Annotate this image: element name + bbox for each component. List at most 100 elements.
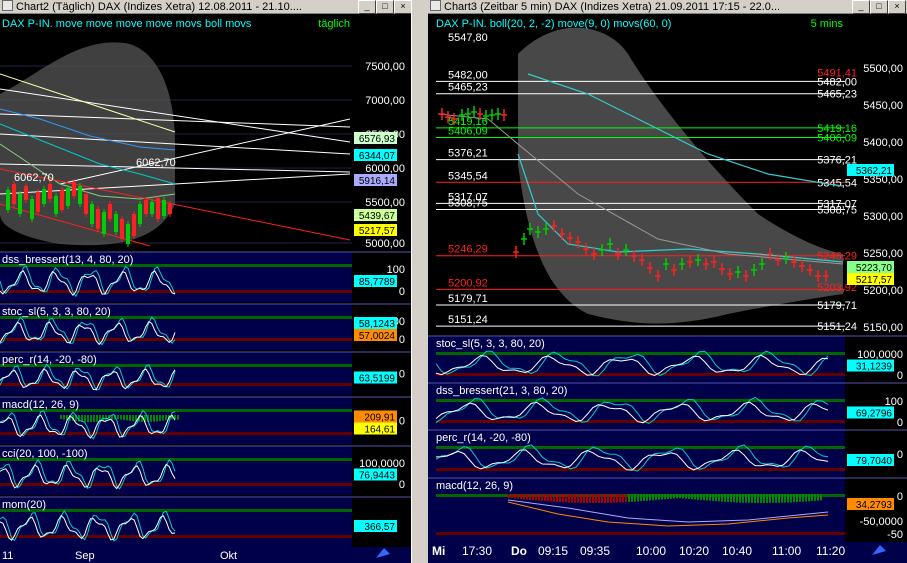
macd-histogram-bar	[742, 494, 744, 503]
macd-histogram-bar	[583, 494, 585, 503]
chart-window-icon	[2, 0, 13, 11]
macd-histogram-bar	[598, 494, 600, 503]
oversold-band	[0, 432, 352, 435]
chart2-titlebar[interactable]: Chart2 (Täglich) DAX (Indizes Xetra) 12.…	[0, 0, 411, 14]
indicator-tick: 0	[897, 491, 903, 503]
price-tick-label: 7500,00	[365, 61, 405, 73]
chart2-window[interactable]: Chart2 (Täglich) DAX (Indizes Xetra) 12.…	[0, 0, 411, 563]
indicator-name: dss_bressert(13, 4, 80, 20)	[2, 254, 133, 266]
minimize-button[interactable]: _	[852, 0, 870, 14]
macd-histogram-bar	[715, 494, 717, 502]
macd-histogram-bar	[90, 415, 92, 422]
x-axis-bar	[0, 547, 411, 563]
indicator-name: perc_r(14, -20, -80)	[2, 354, 97, 366]
indicator-badge: 76,9443	[359, 471, 396, 482]
macd-histogram-bar	[679, 494, 681, 499]
macd-histogram-bar	[105, 415, 107, 421]
oversold-band	[0, 483, 352, 486]
macd-histogram-bar	[577, 494, 579, 503]
chart3-canvas[interactable]: DAX P-IN. boll(20, 2, -2) move(9, 0) mov…	[428, 14, 907, 563]
indicator-tick: 0	[399, 334, 405, 346]
macd-histogram-bar	[535, 494, 537, 501]
oversold-band	[436, 373, 845, 376]
macd-histogram-bar	[661, 494, 663, 500]
macd-histogram-bar	[718, 494, 720, 502]
price-tick-label: 6000,00	[365, 163, 405, 175]
macd-histogram-bar	[646, 494, 648, 501]
oversold-band	[436, 532, 845, 535]
macd-histogram-bar	[93, 415, 95, 422]
chart3-window[interactable]: Chart3 (Zeitbar 5 min) DAX (Indizes Xetr…	[428, 0, 907, 563]
macd-histogram-bar	[616, 494, 618, 503]
chart2-header: DAX P-IN. move move move move movs boll …	[2, 18, 252, 30]
macd-histogram-bar	[586, 494, 588, 503]
x-axis-label: 11	[2, 550, 13, 562]
indicator-badge: 34,2793	[856, 500, 893, 511]
macd-histogram-bar	[132, 415, 134, 422]
indicator-tick: 0	[399, 369, 405, 381]
indicator-badge: 31,1239	[856, 362, 893, 373]
price-tick-label: 5250,00	[863, 248, 903, 260]
macd-histogram-bar	[820, 494, 822, 501]
close-button[interactable]: ×	[888, 0, 906, 14]
indicator-tick: 0	[399, 479, 405, 491]
price-badge: 5223,70	[856, 263, 893, 274]
macd-histogram-bar	[595, 494, 597, 503]
macd-histogram-bar	[610, 494, 612, 503]
x-axis-label: 11:20	[816, 544, 845, 558]
x-axis-label: 10:00	[636, 544, 666, 558]
x-axis-label: 09:35	[580, 544, 610, 558]
macd-histogram-bar	[562, 494, 564, 503]
price-tick-label: 5500,00	[365, 197, 405, 209]
level-label-left: 5179,71	[448, 293, 488, 305]
macd-histogram-bar	[760, 494, 762, 503]
macd-histogram-bar	[580, 494, 582, 503]
macd-histogram-bar	[787, 494, 789, 503]
chart3-titlebar[interactable]: Chart3 (Zeitbar 5 min) DAX (Indizes Xetr…	[428, 0, 907, 14]
macd-histogram-bar	[553, 494, 555, 502]
price-badge: 5916,14	[359, 176, 396, 187]
close-button[interactable]: ×	[394, 0, 411, 14]
macd-histogram-bar	[631, 494, 633, 502]
level-label-right: 5482,00	[817, 76, 857, 88]
level-label-left: 5547,80	[448, 32, 488, 44]
macd-histogram-bar	[664, 494, 666, 500]
maximize-button[interactable]: □	[376, 0, 394, 14]
minimize-button[interactable]: _	[358, 0, 376, 14]
chart2-canvas[interactable]: DAX P-IN. move move move move movs boll …	[0, 14, 411, 563]
macd-histogram-bar	[676, 494, 678, 499]
price-tick-label: 5300,00	[863, 211, 903, 223]
macd-histogram-bar	[703, 494, 705, 501]
candle-body	[54, 196, 58, 214]
indicator-tick: 100	[387, 264, 405, 276]
macd-histogram-bar	[658, 494, 660, 500]
macd-histogram-bar	[544, 494, 546, 502]
indicator-badge: 85,7789	[359, 277, 396, 288]
macd-histogram-bar	[625, 494, 627, 503]
level-label-right: 5179,71	[817, 300, 857, 312]
macd-histogram-bar	[814, 494, 816, 501]
candle-body	[72, 182, 76, 196]
candle-body	[24, 186, 28, 200]
price-label: 6062,70	[14, 172, 54, 184]
maximize-button[interactable]: □	[870, 0, 888, 14]
level-label-left: 5200,92	[448, 277, 488, 289]
macd-histogram-bar	[688, 494, 690, 499]
macd-histogram-bar	[634, 494, 636, 502]
chart2-interval: täglich	[318, 18, 350, 30]
x-axis-label: 17:30	[462, 544, 492, 558]
level-label-left: 5482,00	[448, 69, 488, 81]
macd-histogram-bar	[529, 494, 531, 500]
macd-histogram-bar	[622, 494, 624, 503]
candle-body	[66, 188, 70, 206]
x-axis-label: Sep	[75, 550, 95, 562]
macd-histogram-bar	[601, 494, 603, 503]
candle-body	[18, 194, 22, 214]
indicator-name: cci(20, 100, -100)	[2, 448, 88, 460]
indicator-name: mom(20)	[2, 499, 46, 511]
candle-body	[84, 194, 88, 214]
macd-histogram-bar	[568, 494, 570, 503]
chart-window-icon	[430, 0, 441, 11]
macd-histogram-bar	[673, 494, 675, 499]
macd-histogram-bar	[817, 494, 819, 501]
